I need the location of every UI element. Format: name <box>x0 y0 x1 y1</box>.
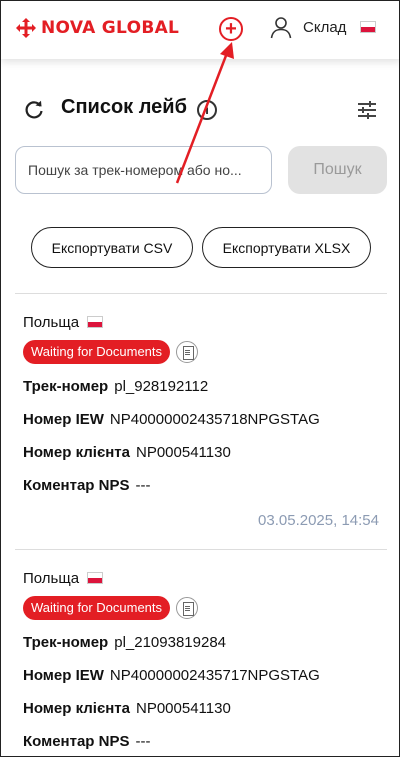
status-row: Waiting for Documents <box>23 596 383 620</box>
iew-number-value: NP40000002435717NPGSTAG <box>109 667 320 684</box>
iew-number-field: Номер IEW NP40000002435718NPGSTAG <box>23 410 383 430</box>
top-header: NOVA GLOBAL + Склад <box>1 1 399 59</box>
add-label-icon[interactable]: + <box>219 17 243 41</box>
label-card[interactable]: Польща Waiting for Documents Трек-номер p… <box>23 312 383 532</box>
status-badge: Waiting for Documents <box>23 340 171 364</box>
search-input[interactable] <box>15 146 272 194</box>
export-xlsx-button[interactable]: Експортувати XLSX <box>202 227 371 268</box>
nps-comment-value: --- <box>135 733 151 750</box>
divider <box>15 293 387 294</box>
card-timestamp: 03.05.2025, 14:54 <box>258 512 379 529</box>
status-row: Waiting for Documents <box>23 340 383 364</box>
divider <box>15 549 387 550</box>
user-role-label: Склад <box>303 18 347 36</box>
client-number-label: Номер клієнта <box>23 700 130 717</box>
country-name: Польща <box>23 569 80 587</box>
track-number-label: Трек-номер <box>23 378 109 395</box>
status-badge: Waiting for Documents <box>23 596 171 620</box>
country-row: Польща <box>23 568 383 588</box>
nps-comment-field: Коментар NPS --- <box>23 732 383 752</box>
title-row: Список лейб i <box>23 96 383 124</box>
client-number-value: NP000541130 <box>136 700 231 717</box>
client-number-field: Номер клієнта NP000541130 <box>23 443 383 463</box>
nps-comment-value: --- <box>135 477 151 494</box>
nps-comment-label: Коментар NPS <box>23 733 130 750</box>
iew-number-value: NP40000002435718NPGSTAG <box>109 411 320 428</box>
iew-number-label: Номер IEW <box>23 411 104 428</box>
search-button[interactable]: Пошук <box>288 146 387 194</box>
export-csv-button[interactable]: Експортувати CSV <box>31 227 193 268</box>
client-number-value: NP000541130 <box>136 444 231 461</box>
nps-comment-field: Коментар NPS --- <box>23 476 383 496</box>
country-row: Польща <box>23 312 383 332</box>
user-icon <box>270 17 292 39</box>
page-title: Список лейб <box>61 96 187 118</box>
info-icon[interactable]: i <box>197 100 217 120</box>
document-icon[interactable] <box>176 597 199 619</box>
poland-flag-icon <box>87 572 104 584</box>
iew-number-label: Номер IEW <box>23 667 104 684</box>
track-number-field: Трек-номер pl_21093819284 <box>23 633 383 653</box>
nova-logo-icon <box>16 18 36 38</box>
refresh-icon[interactable] <box>23 99 45 121</box>
brand-logo[interactable]: NOVA GLOBAL <box>15 17 179 39</box>
poland-flag-icon <box>87 316 104 328</box>
filter-settings-icon[interactable] <box>356 99 378 121</box>
country-name: Польща <box>23 313 80 331</box>
label-card[interactable]: Польща Waiting for Documents Трек-номер p… <box>23 568 383 756</box>
user-menu[interactable]: Склад <box>269 15 377 39</box>
client-number-label: Номер клієнта <box>23 444 130 461</box>
track-number-field: Трек-номер pl_928192112 <box>23 377 383 397</box>
poland-flag-icon[interactable] <box>360 21 377 33</box>
iew-number-field: Номер IEW NP40000002435717NPGSTAG <box>23 666 383 686</box>
app-frame: NOVA GLOBAL + Склад Список лейб i Пошук … <box>0 0 400 757</box>
track-number-value: pl_928192112 <box>114 378 209 395</box>
track-number-label: Трек-номер <box>23 634 109 651</box>
client-number-field: Номер клієнта NP000541130 <box>23 699 383 719</box>
brand-name: NOVA GLOBAL <box>41 18 180 38</box>
track-number-value: pl_21093819284 <box>114 634 227 651</box>
document-icon[interactable] <box>176 341 199 363</box>
nps-comment-label: Коментар NPS <box>23 477 130 494</box>
